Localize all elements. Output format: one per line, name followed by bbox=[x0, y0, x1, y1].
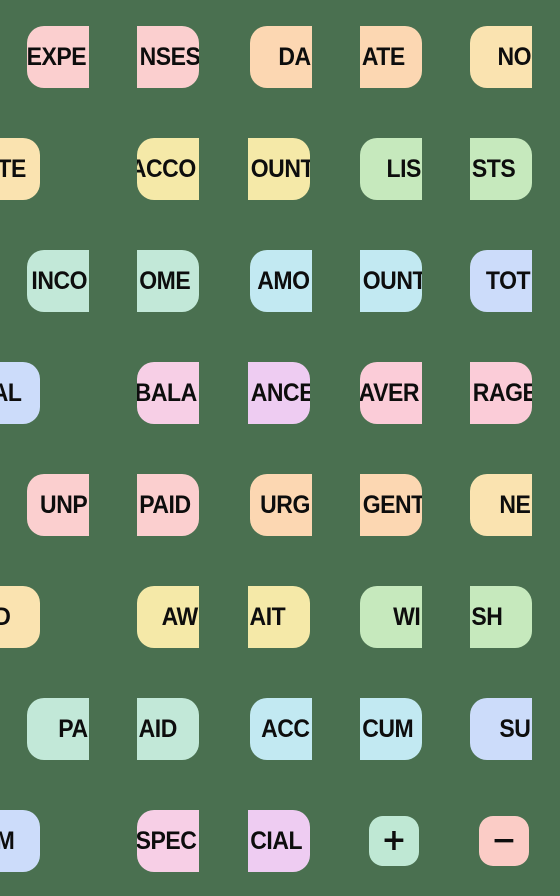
label-tile[interactable]: SH bbox=[470, 586, 532, 648]
label-tile[interactable]: LIS bbox=[360, 138, 422, 200]
label-tile-text: OTE bbox=[0, 154, 26, 183]
label-tile-text: ACC bbox=[261, 714, 310, 743]
label-tile-text: AID bbox=[138, 714, 178, 743]
label-tile[interactable]: ACC bbox=[250, 698, 312, 760]
label-tile-text: UNP bbox=[39, 490, 88, 519]
label-tile-text: NO bbox=[496, 42, 531, 71]
label-tile[interactable]: WI bbox=[360, 586, 422, 648]
label-tile-text: ANCE bbox=[250, 378, 310, 407]
label-tile-text: BALA bbox=[137, 378, 197, 407]
label-tile-text: INCO bbox=[30, 266, 87, 295]
label-tile[interactable]: AW bbox=[137, 586, 199, 648]
label-tile[interactable]: NO bbox=[470, 26, 532, 88]
label-tile[interactable]: UM bbox=[0, 810, 40, 872]
label-tile[interactable]: AMO bbox=[250, 250, 312, 312]
label-tile[interactable]: AIT bbox=[248, 586, 310, 648]
label-tile-text: STS bbox=[471, 154, 516, 183]
minus-icon: − bbox=[491, 823, 517, 858]
label-tile-text: ACCO bbox=[137, 154, 197, 183]
label-tile-text: SU bbox=[499, 714, 531, 743]
label-tile[interactable]: BALA bbox=[137, 362, 199, 424]
label-tile[interactable]: OTE bbox=[0, 138, 40, 200]
label-tile-text: GENT bbox=[362, 490, 422, 519]
label-tile-text: ATE bbox=[361, 42, 405, 71]
label-tile[interactable]: RAGE bbox=[470, 362, 532, 424]
label-tile[interactable]: SPEC bbox=[137, 810, 199, 872]
label-tile-text: SPEC bbox=[137, 826, 197, 855]
label-tile[interactable]: TOT bbox=[470, 250, 532, 312]
label-tile-text: EXPE bbox=[27, 42, 87, 71]
label-tile[interactable]: AVER bbox=[360, 362, 422, 424]
label-tile[interactable]: ED bbox=[0, 586, 40, 648]
label-tile-text: OME bbox=[139, 266, 191, 295]
label-tile[interactable]: OME bbox=[137, 250, 199, 312]
label-tile-text: SH bbox=[471, 602, 503, 631]
label-tile[interactable]: NE bbox=[470, 474, 532, 536]
label-tile[interactable]: DA bbox=[250, 26, 312, 88]
label-tile[interactable]: PA bbox=[27, 698, 89, 760]
label-tile-text: CUM bbox=[362, 714, 414, 743]
label-tile[interactable]: ANCE bbox=[248, 362, 310, 424]
label-tile-text: OUNT bbox=[362, 266, 422, 295]
minus-icon-tile[interactable]: − bbox=[479, 816, 529, 866]
label-tile-text: TAL bbox=[0, 378, 22, 407]
label-tile[interactable]: CIAL bbox=[248, 810, 310, 872]
label-tile-text: LIS bbox=[386, 154, 421, 183]
label-tile-text: URG bbox=[260, 490, 310, 519]
label-tile-text: WI bbox=[393, 602, 422, 631]
label-tile[interactable]: AID bbox=[137, 698, 199, 760]
label-tile-text: TOT bbox=[485, 266, 531, 295]
label-tile[interactable]: ATE bbox=[360, 26, 422, 88]
label-tile-text: ED bbox=[0, 604, 11, 630]
label-tile-text: RAGE bbox=[472, 378, 532, 407]
label-tile-text: PA bbox=[58, 714, 88, 743]
label-tile-text: AMO bbox=[257, 266, 310, 295]
label-tile[interactable]: SU bbox=[470, 698, 532, 760]
label-tile-text: NE bbox=[499, 490, 531, 519]
label-tile[interactable]: NSES bbox=[137, 26, 199, 88]
label-tile[interactable]: GENT bbox=[360, 474, 422, 536]
plus-icon-tile[interactable]: + bbox=[369, 816, 419, 866]
label-tile[interactable]: URG bbox=[250, 474, 312, 536]
label-tile[interactable]: UNP bbox=[27, 474, 89, 536]
label-tile-text: AW bbox=[161, 602, 198, 631]
label-tile-text: NSES bbox=[139, 42, 199, 71]
label-tile-text: AVER bbox=[360, 378, 420, 407]
label-tile-text: UM bbox=[0, 828, 15, 854]
label-tile[interactable]: EXPE bbox=[27, 26, 89, 88]
label-tile-text: PAID bbox=[139, 490, 191, 519]
label-tile-text: DA bbox=[278, 42, 311, 71]
label-tile[interactable]: CUM bbox=[360, 698, 422, 760]
sticker-sheet: EXPE NSES DA ATE NO OTE ACCO OUNT LIS STS INCO OME A… bbox=[0, 0, 560, 896]
label-tile[interactable]: TAL bbox=[0, 362, 40, 424]
label-tile-text: CIAL bbox=[250, 826, 303, 855]
label-tile-text: AIT bbox=[249, 602, 286, 631]
label-tile-text: OUNT bbox=[250, 154, 310, 183]
label-tile[interactable]: INCO bbox=[27, 250, 89, 312]
plus-icon: + bbox=[381, 823, 407, 858]
label-tile[interactable]: STS bbox=[470, 138, 532, 200]
label-tile[interactable]: OUNT bbox=[360, 250, 422, 312]
label-tile[interactable]: PAID bbox=[137, 474, 199, 536]
label-tile[interactable]: OUNT bbox=[248, 138, 310, 200]
label-tile[interactable]: ACCO bbox=[137, 138, 199, 200]
